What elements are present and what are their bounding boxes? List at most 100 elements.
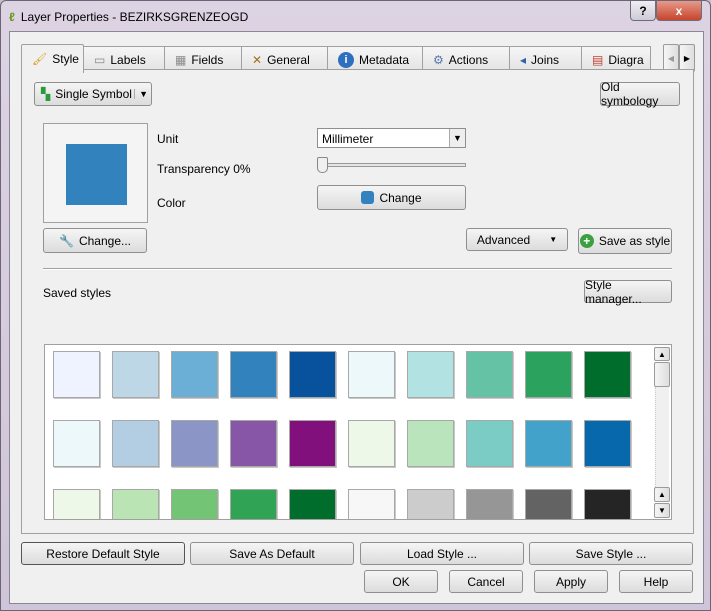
unit-value: Millimeter — [322, 132, 374, 146]
color-change-label: Change — [379, 190, 422, 205]
advanced-button[interactable]: Advanced ▼ — [466, 228, 568, 251]
window-title: Layer Properties - BEZIRKSGRENZEOGD — [20, 10, 249, 24]
help-dialog-button[interactable]: Help — [619, 570, 693, 593]
symbol-preview — [43, 123, 148, 223]
style-swatch[interactable] — [525, 351, 572, 398]
style-swatch[interactable] — [584, 351, 631, 398]
tab-scroll-right[interactable]: ▶ — [679, 44, 695, 72]
tools-icon: ✕ — [252, 52, 263, 67]
style-swatch[interactable] — [53, 489, 100, 519]
change-symbol-button[interactable]: 🔧 Change... — [43, 228, 147, 253]
scroll-up-button[interactable]: ▲ — [654, 347, 670, 361]
style-swatch[interactable] — [348, 351, 395, 398]
change-label: Change... — [78, 233, 131, 248]
tab-label: Joins — [531, 52, 560, 67]
load-style-button[interactable]: Load Style ... — [360, 542, 524, 565]
style-swatch[interactable] — [230, 351, 277, 398]
help-button[interactable]: ? — [630, 1, 656, 21]
style-swatch[interactable] — [584, 420, 631, 467]
style-swatch[interactable] — [112, 420, 159, 467]
slider-handle[interactable] — [317, 157, 328, 173]
tab-label: Labels — [110, 52, 146, 67]
save-as-style-label: Save as style — [598, 234, 671, 248]
style-swatch[interactable] — [289, 351, 336, 398]
old-symbology-button[interactable]: Old symbology — [600, 80, 680, 108]
cancel-button[interactable]: Cancel — [449, 570, 523, 593]
renderer-value: Single Symbol — [55, 87, 132, 101]
scrollbar-track[interactable] — [655, 387, 669, 487]
join-icon: ◂ — [520, 52, 527, 67]
scroll-up-button[interactable]: ▲ — [654, 487, 670, 502]
chevron-down-icon: ▼ — [134, 89, 148, 99]
style-swatch[interactable] — [348, 489, 395, 519]
style-swatch[interactable] — [230, 489, 277, 519]
tab-scroll-left[interactable]: ◀ — [663, 44, 679, 72]
style-swatch[interactable] — [584, 489, 631, 519]
transparency-slider[interactable] — [317, 157, 466, 173]
ok-button[interactable]: OK — [364, 570, 438, 593]
style-swatch[interactable] — [171, 489, 218, 519]
style-swatch[interactable] — [466, 420, 513, 467]
slider-track — [317, 163, 466, 167]
label-icon: ▭ — [94, 52, 106, 67]
color-label: Color — [157, 196, 186, 210]
style-swatch[interactable] — [53, 351, 100, 398]
advanced-label: Advanced — [476, 232, 531, 247]
plus-icon: + — [579, 234, 594, 248]
gears-icon: ⚙ — [433, 52, 444, 67]
style-panel: ▚ Single Symbol ▼ Old symbology Unit Mill… — [21, 69, 694, 534]
style-swatch[interactable] — [407, 351, 454, 398]
divider — [43, 268, 672, 270]
style-swatch[interactable] — [289, 489, 336, 519]
color-change-button[interactable]: Change — [317, 185, 466, 210]
saved-styles-label: Saved styles — [43, 286, 112, 300]
unit-select[interactable]: Millimeter ▼ — [317, 128, 466, 148]
style-manager-button[interactable]: Style manager... — [584, 278, 672, 306]
table-icon: ▦ — [175, 52, 187, 67]
dialog-window: ℓ Layer Properties - BEZIRKSGRENZEOGD ? … — [0, 0, 711, 611]
save-as-default-button[interactable]: Save As Default — [190, 542, 354, 565]
style-swatch[interactable] — [525, 489, 572, 519]
style-swatch[interactable] — [230, 420, 277, 467]
style-swatch[interactable] — [112, 489, 159, 519]
tab-label: Actions — [448, 52, 489, 67]
tab-label: General — [267, 52, 310, 67]
style-swatch[interactable] — [407, 420, 454, 467]
apply-button[interactable]: Apply — [534, 570, 608, 593]
wrench-icon: 🔧 — [59, 233, 74, 248]
diagram-icon: ▤ — [592, 52, 604, 67]
style-swatch[interactable] — [112, 351, 159, 398]
chevron-down-icon: ▼ — [449, 129, 465, 147]
saved-styles-list[interactable]: ▲ ▲ ▼ — [44, 344, 672, 520]
style-swatch[interactable] — [171, 420, 218, 467]
transparency-label: Transparency 0% — [157, 162, 251, 176]
color-swatch-icon — [361, 191, 375, 204]
restore-default-style-button[interactable]: Restore Default Style — [21, 542, 185, 565]
save-style-button[interactable]: Save Style ... — [529, 542, 693, 565]
close-button[interactable]: x — [656, 1, 702, 21]
chevron-down-icon: ▼ — [549, 235, 558, 244]
renderer-dropdown[interactable]: ▚ Single Symbol ▼ — [34, 82, 152, 106]
info-icon: i — [338, 51, 354, 68]
save-as-style-button[interactable]: + Save as style — [578, 228, 672, 254]
tab-label: Style — [52, 52, 79, 66]
tab-label: Metadata — [359, 52, 410, 67]
style-swatch[interactable] — [171, 351, 218, 398]
tab-bar: 🖌 Style ▭ Labels ▦ Fields ✕ General i Metadat… — [21, 44, 651, 73]
style-swatch[interactable] — [466, 489, 513, 519]
style-swatch[interactable] — [466, 351, 513, 398]
style-swatch[interactable] — [348, 420, 395, 467]
style-swatch[interactable] — [53, 420, 100, 467]
style-swatch[interactable] — [289, 420, 336, 467]
paintbrush-icon: 🖌 — [32, 52, 48, 66]
scrollbar-thumb[interactable] — [654, 362, 670, 387]
tab-label: Diagra — [608, 52, 644, 67]
tab-style[interactable]: 🖌 Style — [21, 44, 84, 73]
symbol-preview-fill — [66, 144, 127, 205]
qgis-logo-icon: ℓ — [9, 10, 15, 24]
scroll-down-button[interactable]: ▼ — [654, 503, 670, 518]
style-swatch[interactable] — [407, 489, 454, 519]
style-swatch[interactable] — [525, 420, 572, 467]
client-area: 🖌 Style ▭ Labels ▦ Fields ✕ General i Metadat… — [9, 31, 704, 604]
unit-label: Unit — [157, 132, 179, 146]
